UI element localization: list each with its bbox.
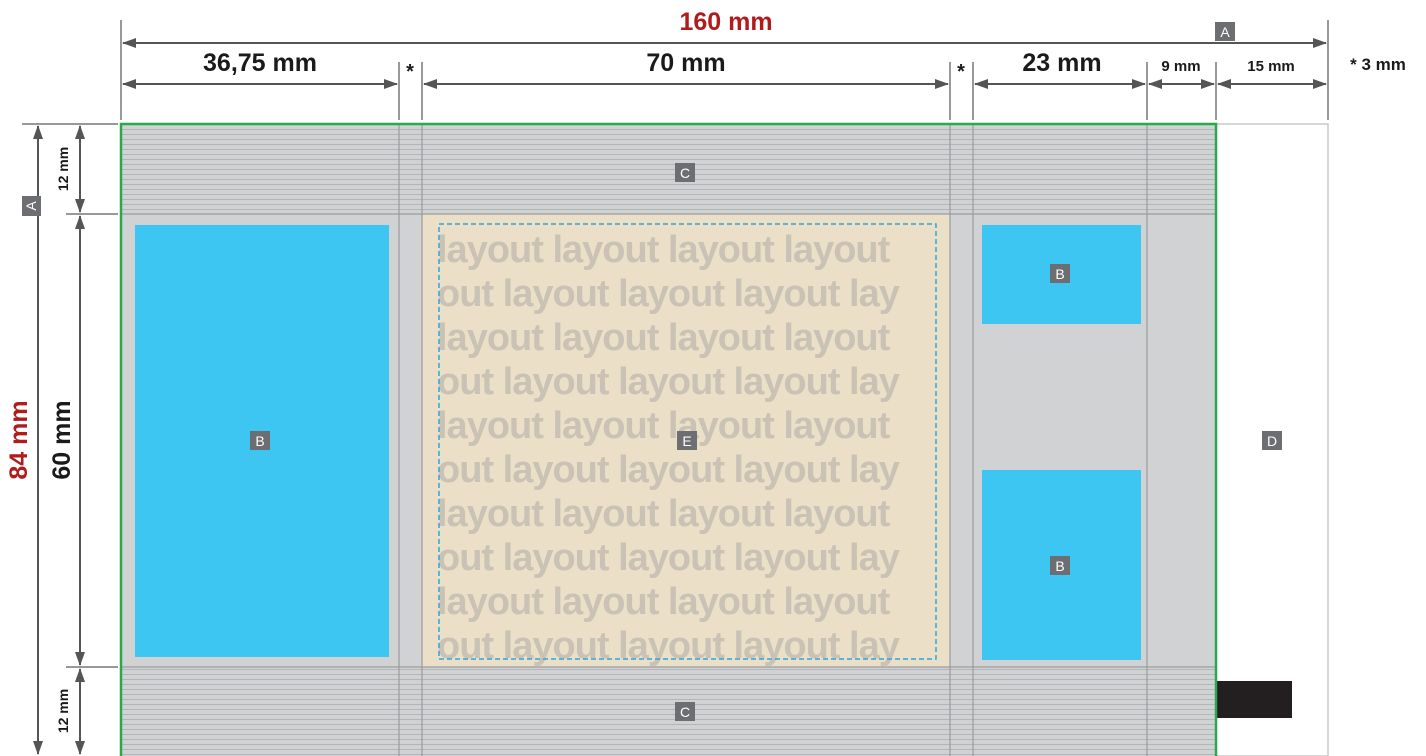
svg-text:A: A <box>23 201 39 211</box>
svg-text:B: B <box>1055 558 1064 574</box>
col1-width-label: 36,75 mm <box>203 49 317 77</box>
svg-text:A: A <box>1220 24 1230 40</box>
svg-text:B: B <box>1055 266 1064 282</box>
col5-width-label: 15 mm <box>1247 58 1295 75</box>
badge-e: E <box>677 431 697 450</box>
svg-text:layout layout layout layout: layout layout layout layout <box>437 581 891 623</box>
badge-a-top: A <box>1215 22 1235 41</box>
svg-text:E: E <box>682 433 691 449</box>
badge-d: D <box>1262 431 1282 450</box>
total-height-label: 84 mm <box>5 400 33 479</box>
svg-text:D: D <box>1267 433 1277 449</box>
svg-text:layout layout layout layout: layout layout layout layout <box>437 493 891 535</box>
col4-width-label: 9 mm <box>1161 58 1200 75</box>
badge-b-top-right: B <box>1050 264 1070 283</box>
gap-marker-right: * <box>957 61 965 83</box>
col3-width-label: 23 mm <box>1022 49 1101 77</box>
col2-width-label: 70 mm <box>646 49 725 77</box>
svg-text:C: C <box>680 165 690 181</box>
badge-c-top: C <box>675 163 695 182</box>
badge-b-left: B <box>250 431 270 450</box>
top-flap-c <box>121 124 1216 214</box>
bottom-flap-c <box>121 667 1216 756</box>
gap-note: * 3 mm <box>1350 55 1406 74</box>
packaging-dieline-diagram: layout layout layout layout out layout l… <box>5 8 1406 756</box>
registration-mark <box>1217 681 1292 718</box>
mid-height-label: 60 mm <box>48 400 76 479</box>
total-width-label: 160 mm <box>679 8 772 36</box>
svg-text:layout layout layout layout: layout layout layout layout <box>437 317 891 359</box>
svg-text:out layout layout layout l: out layout layout layout lay <box>437 537 900 579</box>
svg-text:B: B <box>255 433 264 449</box>
badge-b-bottom-right: B <box>1050 556 1070 575</box>
svg-text:layout layout layout layout: layout layout layout layout <box>437 229 891 271</box>
bottom-height-label: 12 mm <box>55 689 71 733</box>
gap-marker-left: * <box>406 61 414 83</box>
top-height-label: 12 mm <box>55 147 71 191</box>
svg-text:out layout layout layout l: out layout layout layout lay <box>437 361 900 403</box>
svg-text:C: C <box>680 704 690 720</box>
svg-text:out layout layout layout l: out layout layout layout lay <box>437 625 900 667</box>
svg-text:out layout layout layout l: out layout layout layout lay <box>437 273 900 315</box>
badge-c-bottom: C <box>675 702 695 721</box>
svg-text:layout layout layout layout: layout layout layout layout <box>437 405 891 447</box>
badge-a-left: A <box>22 196 41 216</box>
svg-text:out layout layout layout l: out layout layout layout lay <box>437 449 900 491</box>
